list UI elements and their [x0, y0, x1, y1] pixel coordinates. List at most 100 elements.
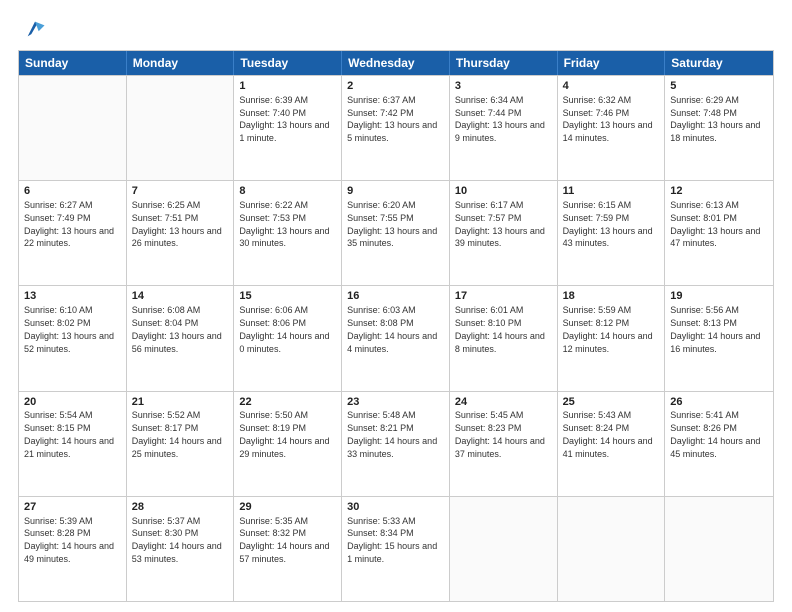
calendar-cell: 6Sunrise: 6:27 AM Sunset: 7:49 PM Daylig…: [19, 181, 127, 285]
day-number: 20: [24, 395, 121, 410]
day-info: Sunrise: 6:17 AM Sunset: 7:57 PM Dayligh…: [455, 200, 548, 248]
calendar-cell: 22Sunrise: 5:50 AM Sunset: 8:19 PM Dayli…: [234, 392, 342, 496]
calendar-cell: 30Sunrise: 5:33 AM Sunset: 8:34 PM Dayli…: [342, 497, 450, 601]
day-info: Sunrise: 6:03 AM Sunset: 8:08 PM Dayligh…: [347, 305, 440, 353]
calendar-cell: 18Sunrise: 5:59 AM Sunset: 8:12 PM Dayli…: [558, 286, 666, 390]
day-info: Sunrise: 5:48 AM Sunset: 8:21 PM Dayligh…: [347, 410, 440, 458]
day-number: 24: [455, 395, 552, 410]
day-number: 18: [563, 289, 660, 304]
calendar-cell: 1Sunrise: 6:39 AM Sunset: 7:40 PM Daylig…: [234, 76, 342, 180]
day-number: 12: [670, 184, 768, 199]
header: [18, 18, 774, 40]
day-info: Sunrise: 5:54 AM Sunset: 8:15 PM Dayligh…: [24, 410, 117, 458]
day-number: 2: [347, 79, 444, 94]
day-number: 29: [239, 500, 336, 515]
day-number: 21: [132, 395, 229, 410]
calendar-cell: 21Sunrise: 5:52 AM Sunset: 8:17 PM Dayli…: [127, 392, 235, 496]
calendar-cell: 25Sunrise: 5:43 AM Sunset: 8:24 PM Dayli…: [558, 392, 666, 496]
day-info: Sunrise: 5:50 AM Sunset: 8:19 PM Dayligh…: [239, 410, 332, 458]
header-day-monday: Monday: [127, 51, 235, 75]
day-info: Sunrise: 5:39 AM Sunset: 8:28 PM Dayligh…: [24, 516, 117, 564]
header-day-wednesday: Wednesday: [342, 51, 450, 75]
day-info: Sunrise: 6:29 AM Sunset: 7:48 PM Dayligh…: [670, 95, 763, 143]
day-info: Sunrise: 6:37 AM Sunset: 7:42 PM Dayligh…: [347, 95, 440, 143]
calendar-cell: 4Sunrise: 6:32 AM Sunset: 7:46 PM Daylig…: [558, 76, 666, 180]
calendar-cell: [665, 497, 773, 601]
day-info: Sunrise: 6:13 AM Sunset: 8:01 PM Dayligh…: [670, 200, 763, 248]
day-number: 10: [455, 184, 552, 199]
day-number: 19: [670, 289, 768, 304]
header-day-saturday: Saturday: [665, 51, 773, 75]
calendar-cell: 15Sunrise: 6:06 AM Sunset: 8:06 PM Dayli…: [234, 286, 342, 390]
logo-bird-icon: [24, 18, 46, 40]
day-info: Sunrise: 6:06 AM Sunset: 8:06 PM Dayligh…: [239, 305, 332, 353]
day-info: Sunrise: 6:01 AM Sunset: 8:10 PM Dayligh…: [455, 305, 548, 353]
day-info: Sunrise: 6:08 AM Sunset: 8:04 PM Dayligh…: [132, 305, 225, 353]
calendar-week-4: 20Sunrise: 5:54 AM Sunset: 8:15 PM Dayli…: [19, 391, 773, 496]
calendar-cell: 2Sunrise: 6:37 AM Sunset: 7:42 PM Daylig…: [342, 76, 450, 180]
calendar-cell: [558, 497, 666, 601]
day-info: Sunrise: 6:34 AM Sunset: 7:44 PM Dayligh…: [455, 95, 548, 143]
calendar-cell: 14Sunrise: 6:08 AM Sunset: 8:04 PM Dayli…: [127, 286, 235, 390]
day-info: Sunrise: 6:15 AM Sunset: 7:59 PM Dayligh…: [563, 200, 656, 248]
calendar-body: 1Sunrise: 6:39 AM Sunset: 7:40 PM Daylig…: [19, 75, 773, 601]
day-info: Sunrise: 6:32 AM Sunset: 7:46 PM Dayligh…: [563, 95, 656, 143]
day-number: 4: [563, 79, 660, 94]
day-number: 30: [347, 500, 444, 515]
day-info: Sunrise: 6:39 AM Sunset: 7:40 PM Dayligh…: [239, 95, 332, 143]
day-info: Sunrise: 6:25 AM Sunset: 7:51 PM Dayligh…: [132, 200, 225, 248]
calendar-cell: 12Sunrise: 6:13 AM Sunset: 8:01 PM Dayli…: [665, 181, 773, 285]
calendar-cell: 28Sunrise: 5:37 AM Sunset: 8:30 PM Dayli…: [127, 497, 235, 601]
day-number: 26: [670, 395, 768, 410]
calendar-cell: 3Sunrise: 6:34 AM Sunset: 7:44 PM Daylig…: [450, 76, 558, 180]
calendar: SundayMondayTuesdayWednesdayThursdayFrid…: [18, 50, 774, 602]
day-info: Sunrise: 5:43 AM Sunset: 8:24 PM Dayligh…: [563, 410, 656, 458]
calendar-cell: 19Sunrise: 5:56 AM Sunset: 8:13 PM Dayli…: [665, 286, 773, 390]
calendar-cell: 13Sunrise: 6:10 AM Sunset: 8:02 PM Dayli…: [19, 286, 127, 390]
day-number: 7: [132, 184, 229, 199]
day-info: Sunrise: 5:35 AM Sunset: 8:32 PM Dayligh…: [239, 516, 332, 564]
day-number: 13: [24, 289, 121, 304]
calendar-cell: 27Sunrise: 5:39 AM Sunset: 8:28 PM Dayli…: [19, 497, 127, 601]
calendar-cell: 24Sunrise: 5:45 AM Sunset: 8:23 PM Dayli…: [450, 392, 558, 496]
calendar-cell: [450, 497, 558, 601]
calendar-cell: [127, 76, 235, 180]
calendar-cell: 20Sunrise: 5:54 AM Sunset: 8:15 PM Dayli…: [19, 392, 127, 496]
day-info: Sunrise: 5:33 AM Sunset: 8:34 PM Dayligh…: [347, 516, 440, 564]
day-number: 6: [24, 184, 121, 199]
day-number: 22: [239, 395, 336, 410]
day-number: 25: [563, 395, 660, 410]
calendar-cell: 23Sunrise: 5:48 AM Sunset: 8:21 PM Dayli…: [342, 392, 450, 496]
day-info: Sunrise: 6:10 AM Sunset: 8:02 PM Dayligh…: [24, 305, 117, 353]
day-number: 3: [455, 79, 552, 94]
day-info: Sunrise: 6:22 AM Sunset: 7:53 PM Dayligh…: [239, 200, 332, 248]
calendar-week-5: 27Sunrise: 5:39 AM Sunset: 8:28 PM Dayli…: [19, 496, 773, 601]
logo: [18, 18, 46, 40]
day-number: 14: [132, 289, 229, 304]
calendar-cell: 29Sunrise: 5:35 AM Sunset: 8:32 PM Dayli…: [234, 497, 342, 601]
day-info: Sunrise: 5:52 AM Sunset: 8:17 PM Dayligh…: [132, 410, 225, 458]
day-info: Sunrise: 5:41 AM Sunset: 8:26 PM Dayligh…: [670, 410, 763, 458]
day-number: 11: [563, 184, 660, 199]
day-info: Sunrise: 5:59 AM Sunset: 8:12 PM Dayligh…: [563, 305, 656, 353]
day-number: 16: [347, 289, 444, 304]
calendar-week-3: 13Sunrise: 6:10 AM Sunset: 8:02 PM Dayli…: [19, 285, 773, 390]
calendar-week-1: 1Sunrise: 6:39 AM Sunset: 7:40 PM Daylig…: [19, 75, 773, 180]
day-info: Sunrise: 5:37 AM Sunset: 8:30 PM Dayligh…: [132, 516, 225, 564]
header-day-friday: Friday: [558, 51, 666, 75]
calendar-cell: 8Sunrise: 6:22 AM Sunset: 7:53 PM Daylig…: [234, 181, 342, 285]
day-number: 27: [24, 500, 121, 515]
day-info: Sunrise: 5:56 AM Sunset: 8:13 PM Dayligh…: [670, 305, 763, 353]
day-number: 5: [670, 79, 768, 94]
calendar-cell: 9Sunrise: 6:20 AM Sunset: 7:55 PM Daylig…: [342, 181, 450, 285]
day-number: 8: [239, 184, 336, 199]
day-number: 1: [239, 79, 336, 94]
day-info: Sunrise: 6:20 AM Sunset: 7:55 PM Dayligh…: [347, 200, 440, 248]
calendar-cell: 26Sunrise: 5:41 AM Sunset: 8:26 PM Dayli…: [665, 392, 773, 496]
calendar-cell: [19, 76, 127, 180]
day-info: Sunrise: 5:45 AM Sunset: 8:23 PM Dayligh…: [455, 410, 548, 458]
header-day-thursday: Thursday: [450, 51, 558, 75]
day-number: 17: [455, 289, 552, 304]
day-number: 15: [239, 289, 336, 304]
calendar-cell: 11Sunrise: 6:15 AM Sunset: 7:59 PM Dayli…: [558, 181, 666, 285]
